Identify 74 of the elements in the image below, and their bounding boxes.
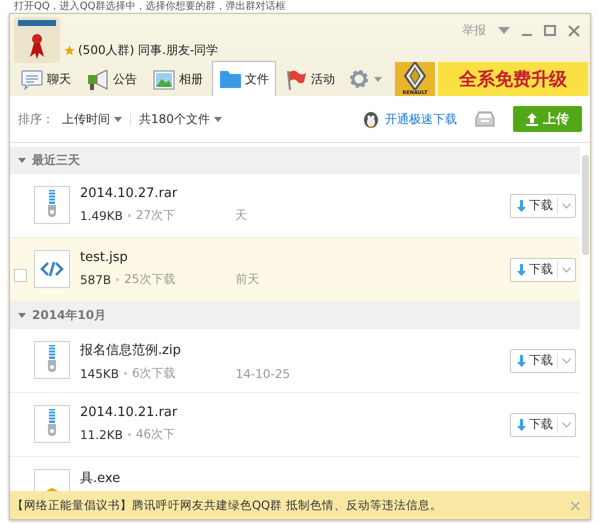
ad-banner[interactable]: 全系免费升级 [438,62,588,96]
folder-icon [219,69,241,89]
speed-download-link[interactable]: 开通极速下载 [385,110,457,128]
file-size: 587B [80,272,112,286]
file-row[interactable]: test.jsp 587B 25次下载 前天 下载 [10,238,580,302]
download-button[interactable]: 下载 [510,194,576,218]
caption-text: 打开QQ，进入QQ群选择中，选择你想要的群，弹出群对话框 [13,0,286,13]
group-info: (500人群) 同事.朋友-同学 [78,42,218,59]
collapse-caret-icon [18,313,26,318]
download-button[interactable]: 下载 [510,412,576,436]
download-count: 27次下 [136,207,176,224]
group-tab[interactable]: 活动 [278,62,342,96]
caret-icon [214,116,222,122]
penguin-icon [363,110,379,128]
download-arrow-icon [517,418,526,430]
file-size: 1.49KB [80,208,123,222]
file-name[interactable]: 2014.10.21.rar [80,405,510,420]
chat-bubble-icon [21,70,43,90]
chevron-icon [562,358,571,364]
group-tab[interactable]: 公告 [80,62,144,96]
download-button[interactable]: 下载 [510,348,576,372]
file-name[interactable]: 报名信息范例.zip [80,341,510,359]
download-count: 46次下 [136,426,176,443]
settings-icon [348,68,370,90]
file-row[interactable]: 2014.10.21.rar 11.2KB 46次下 下载 [10,393,580,457]
file-count-dropdown[interactable]: 共180个文件 [135,110,226,128]
scrollbar[interactable] [582,155,589,255]
group-tab[interactable]: 文件 [212,61,276,96]
picture-icon [153,70,175,90]
file-row[interactable]: 2014.10.27.rar 1.49KB 27次下 天 下载 [10,174,580,238]
section-header[interactable]: 2014年10月 [10,302,580,329]
inbox-tray-icon [475,111,495,127]
file-name[interactable]: test.jsp [80,250,510,265]
group-tab[interactable]: 相册 [146,62,210,96]
notice-text: 【网络正能量倡议书】腾讯呼吁网友共建绿色QQ群 抵制色情、反动等违法信息。 [12,498,442,512]
dropdown-icon [498,27,510,34]
close-icon [568,24,580,36]
zip-file-icon [34,405,70,443]
file-size: 145KB [80,366,120,380]
upload-icon [526,112,538,126]
upload-date: 天 [235,207,248,224]
upload-date: 前天 [235,271,260,288]
file-name[interactable]: 2014.10.27.rar [80,186,510,201]
minimize-icon [522,34,532,36]
section-header[interactable]: 最近三天 [10,147,580,174]
download-count: 25次下载 [124,271,176,288]
sort-label: 排序： [18,110,54,128]
download-button[interactable]: 下载 [510,258,576,282]
flag-icon [285,70,307,90]
download-arrow-icon [517,264,526,276]
download-count: 6次下载 [132,365,176,382]
sort-dropdown[interactable]: 上传时间 [58,110,126,128]
collapse-caret-icon [18,158,26,163]
file-row[interactable]: 报名信息范例.zip 145KB 6次下载 14-10-25 下载 [10,329,580,393]
upload-date: 14-10-25 [236,366,290,380]
download-arrow-icon [517,200,526,212]
star-icon [64,45,75,56]
zip-file-icon [34,341,70,379]
code-file-icon [34,250,70,288]
caret-icon [374,76,382,82]
caret-icon [114,116,122,122]
group-tab[interactable]: 聊天 [14,62,78,96]
group-avatar-icon [14,17,60,63]
download-arrow-icon [517,354,526,366]
row-checkbox[interactable] [14,269,27,282]
file-size: 11.2KB [80,428,123,442]
diamond-logo-icon [404,62,426,90]
chevron-icon [562,266,571,272]
maximize-icon [544,24,556,36]
zip-file-icon [34,186,70,224]
chevron-icon [562,202,571,208]
file-name[interactable]: 具.exe [80,469,580,487]
megaphone-icon [87,70,109,90]
chevron-icon [562,422,571,428]
